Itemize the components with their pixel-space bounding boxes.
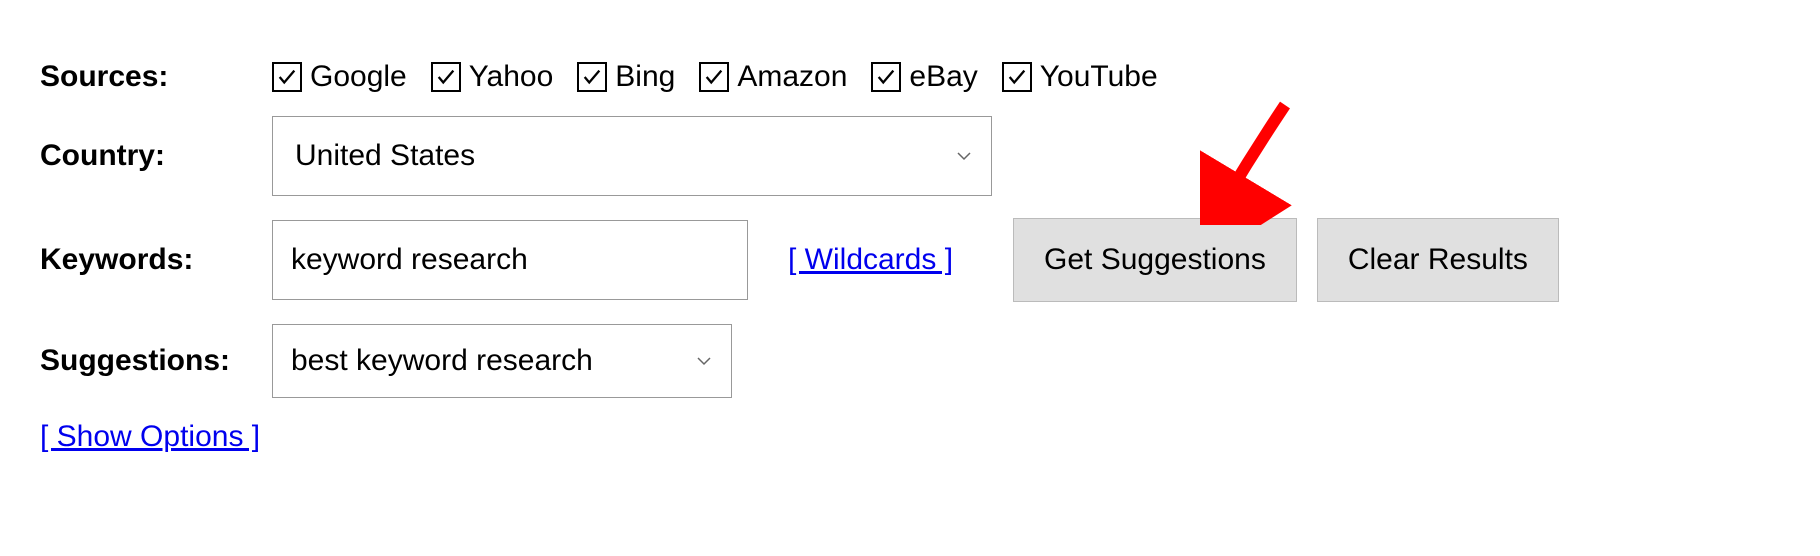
row-keywords: Keywords: [ Wildcards ] Get Suggestions …	[40, 218, 1780, 302]
clear-results-button[interactable]: Clear Results	[1317, 218, 1559, 302]
country-select[interactable]: United States	[272, 116, 992, 196]
row-country: Country: United States	[40, 116, 1780, 196]
label-sources: Sources:	[40, 60, 272, 94]
action-buttons: Get Suggestions Clear Results	[1013, 218, 1559, 302]
checkbox-label: eBay	[909, 60, 977, 94]
sources-checkbox-group: Google Yahoo Bing Amazon eBay	[272, 60, 1158, 94]
row-suggestions: Suggestions: best keyword research	[40, 324, 1780, 398]
checkmark-icon	[699, 62, 729, 92]
checkmark-icon	[871, 62, 901, 92]
checkmark-icon	[1002, 62, 1032, 92]
label-suggestions: Suggestions:	[40, 344, 272, 378]
checkbox-label: YouTube	[1040, 60, 1158, 94]
checkbox-label: Google	[310, 60, 407, 94]
wildcards-link[interactable]: [ Wildcards ]	[788, 243, 953, 277]
checkmark-icon	[272, 62, 302, 92]
checkbox-amazon[interactable]: Amazon	[699, 60, 847, 94]
country-selected-value: United States	[295, 139, 475, 173]
chevron-down-icon	[955, 139, 973, 173]
chevron-down-icon	[695, 344, 713, 378]
checkmark-icon	[577, 62, 607, 92]
checkbox-ebay[interactable]: eBay	[871, 60, 977, 94]
row-show-options: [ Show Options ]	[40, 420, 1780, 454]
checkbox-label: Bing	[615, 60, 675, 94]
row-sources: Sources: Google Yahoo Bing Amazon	[40, 60, 1780, 94]
checkbox-label: Amazon	[737, 60, 847, 94]
checkbox-bing[interactable]: Bing	[577, 60, 675, 94]
checkbox-google[interactable]: Google	[272, 60, 407, 94]
suggestions-select[interactable]: best keyword research	[272, 324, 732, 398]
checkbox-youtube[interactable]: YouTube	[1002, 60, 1158, 94]
label-keywords: Keywords:	[40, 243, 272, 277]
checkbox-yahoo[interactable]: Yahoo	[431, 60, 554, 94]
checkmark-icon	[431, 62, 461, 92]
checkbox-label: Yahoo	[469, 60, 554, 94]
show-options-link[interactable]: [ Show Options ]	[40, 420, 260, 454]
get-suggestions-button[interactable]: Get Suggestions	[1013, 218, 1297, 302]
suggestions-selected-value: best keyword research	[291, 344, 593, 378]
label-country: Country:	[40, 139, 272, 173]
keywords-input[interactable]	[272, 220, 748, 300]
